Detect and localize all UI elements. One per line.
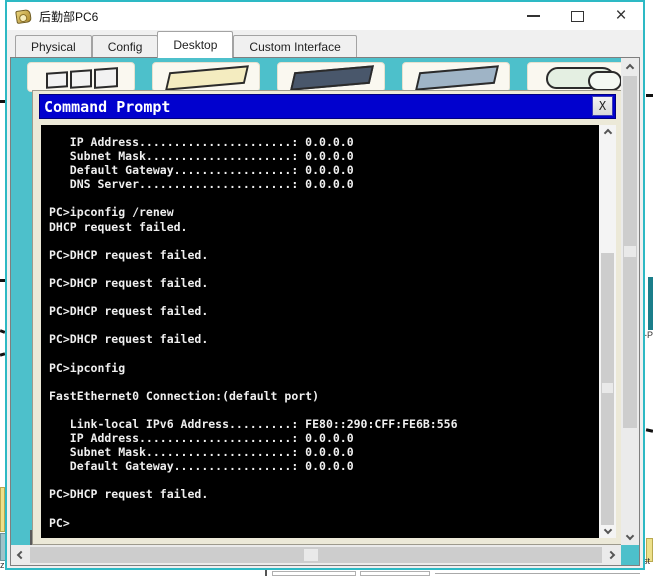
chevron-down-icon [625,531,635,540]
desktop-icon-web-browser[interactable] [527,62,621,92]
tab-desktop[interactable]: Desktop [157,31,234,58]
terminal-scrollbar[interactable] [599,125,616,538]
scroll-left-button[interactable] [11,545,29,565]
minimize-button[interactable] [511,2,555,30]
desktop-icon-terminal[interactable] [277,62,385,92]
minimize-icon [526,15,540,17]
maximize-icon [570,10,584,22]
bg-label-left: z [0,560,5,570]
terminal-output: IP Address......................: 0.0.0.… [49,135,458,530]
window-title: 后勤部PC6 [39,9,99,24]
scroll-up-button[interactable] [621,58,639,75]
command-prompt-close-button[interactable]: X [592,96,613,116]
chevron-right-icon [606,550,616,560]
desktop-horizontal-scrollbar[interactable] [11,545,621,565]
scrollbar-corner [621,545,639,565]
window-panes-icon [70,69,92,89]
terminal-screen[interactable]: IP Address......................: 0.0.0.… [41,125,599,538]
desktop-tab-frame: Command Prompt X IP Address.............… [10,57,640,566]
packet-tracer-device-icon [15,8,32,24]
command-prompt-title: Command Prompt [44,97,171,116]
bg-box-fragment [272,571,356,576]
chevron-up-icon [625,63,635,72]
command-prompt-titlebar[interactable]: Command Prompt X [39,94,616,119]
chevron-left-icon [16,550,26,560]
scroll-down-button[interactable] [621,528,639,545]
bg-box-fragment [360,571,430,576]
tab-physical[interactable]: Physical [15,35,92,58]
command-prompt-window: Command Prompt X IP Address.............… [32,90,621,545]
tab-config[interactable]: Config [91,35,159,58]
maximize-button[interactable] [555,2,599,30]
scrollbar-grip [624,246,636,257]
cloud-icon [546,67,621,91]
tab-bar: Physical Config Desktop Custom Interface [7,30,643,58]
terminal-panel: IP Address......................: 0.0.0.… [41,125,616,538]
desktop-icon-dial-up[interactable] [152,62,260,92]
bg-box-fragment [265,570,267,576]
desktop-vertical-scrollbar[interactable] [621,58,639,545]
tab-custom-interface[interactable]: Custom Interface [233,35,357,58]
bg-device-fragment [648,277,653,330]
monitor-icon [415,65,499,91]
scroll-right-button[interactable] [603,545,621,565]
modem-icon [165,65,249,91]
chevron-up-icon [603,128,612,138]
pc-device-window: 后勤部PC6 × Physical Config Desktop Custom … [5,0,645,570]
chevron-down-icon [603,525,612,535]
bg-box-fragment [435,573,640,574]
window-panes-icon [94,67,118,89]
scroll-down-button[interactable] [599,524,616,538]
desktop-viewport: Command Prompt X IP Address.............… [11,58,621,545]
bg-label-right-2: -P [644,330,653,340]
window-titlebar[interactable]: 后勤部PC6 × [7,2,643,30]
desktop-icon-command-prompt[interactable] [402,62,510,92]
desktop-icon-ip-configuration[interactable] [27,62,135,92]
scrollbar-grip [602,383,613,393]
close-icon: × [615,4,627,26]
bg-cable-fragment [645,428,653,433]
window-panes-icon [46,71,68,89]
dark-monitor-icon [290,65,374,91]
bg-cable-fragment [646,94,653,97]
scrollbar-grip [304,549,318,561]
scroll-up-button[interactable] [599,125,616,139]
close-button[interactable]: × [599,2,643,30]
